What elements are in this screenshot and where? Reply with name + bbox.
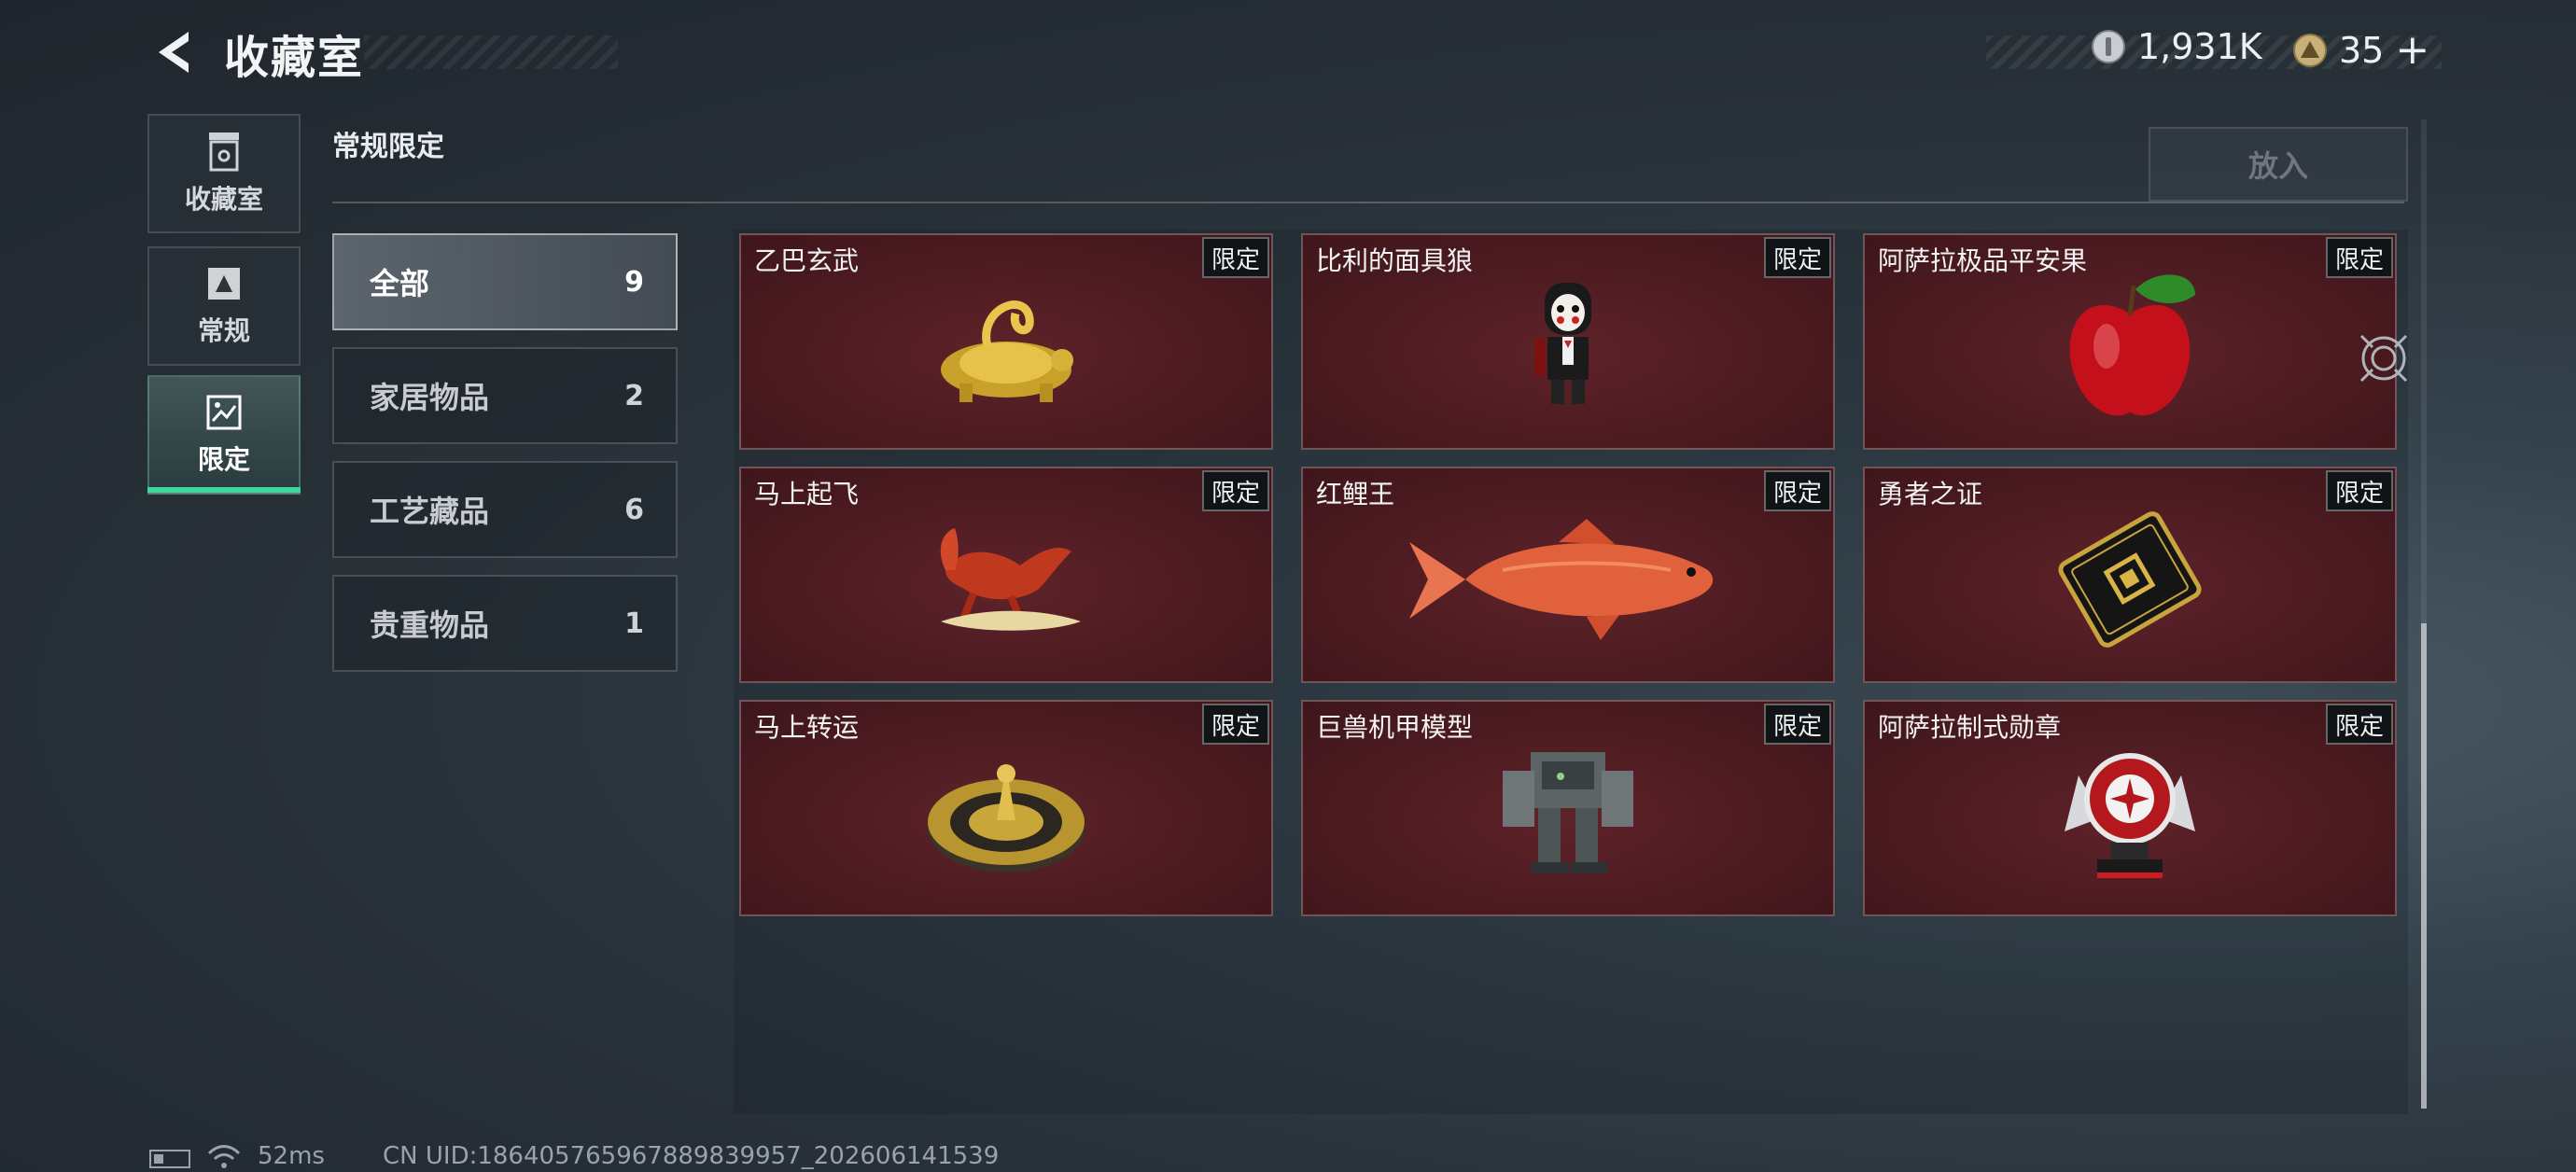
item-name: 阿萨拉制式勋章 <box>1878 712 2062 743</box>
nav-item-collection-room[interactable]: 收藏室 <box>147 114 301 233</box>
collection-room-icon <box>209 133 239 172</box>
target-crosshair-icon[interactable] <box>2356 330 2412 386</box>
limited-tag: 限定 <box>2325 237 2393 278</box>
silver-coin-icon <box>2092 30 2125 63</box>
item-name: 勇者之证 <box>1878 479 1983 509</box>
golden-disc-icon <box>928 763 1085 872</box>
item-name: 乙巴玄武 <box>754 245 860 276</box>
limited-picture-icon <box>206 395 242 430</box>
uid-text: CN UID:18640576596788983995​7_2026061415… <box>383 1142 1000 1170</box>
gold-amount: 35 <box>2339 29 2385 71</box>
back-arrow-icon[interactable] <box>149 26 202 78</box>
category-name: 工艺藏品 <box>370 494 490 529</box>
category-home-items[interactable]: 家居物品 2 <box>332 347 678 444</box>
medal-icon <box>2065 752 2195 878</box>
red-carp-icon <box>1409 518 1714 640</box>
category-all[interactable]: 全部 9 <box>332 233 678 330</box>
regular-book-icon <box>208 268 240 300</box>
page-title: 收藏室 <box>224 32 365 84</box>
nav-active-indicator <box>147 487 301 493</box>
limited-tag: 限定 <box>1201 237 1269 278</box>
item-card[interactable]: 红鲤王 限定 <box>1301 467 1835 683</box>
nav-label-regular: 常规 <box>197 315 250 346</box>
limited-tag: 限定 <box>2325 704 2393 745</box>
put-in-button[interactable]: 放入 <box>2149 127 2408 202</box>
section-title: 常规限定 <box>332 131 444 163</box>
nav-item-regular[interactable]: 常规 <box>147 246 301 366</box>
silver-amount: 1,931K <box>2137 26 2262 67</box>
limited-tag: 限定 <box>2325 470 2393 511</box>
limited-tag: 限定 <box>1763 237 1831 278</box>
ping-text: 52ms <box>258 1142 325 1170</box>
item-card[interactable]: 马上转运 限定 <box>739 700 1273 916</box>
item-card[interactable]: 马上起飞 限定 <box>739 467 1273 683</box>
category-count: 1 <box>624 607 644 640</box>
golden-tortoise-snake-icon <box>941 300 1073 402</box>
category-count: 2 <box>624 379 644 412</box>
red-apple-icon <box>2069 273 2195 415</box>
category-valuables[interactable]: 贵重物品 1 <box>332 575 678 672</box>
limited-tag: 限定 <box>1763 470 1831 511</box>
limited-tag: 限定 <box>1201 704 1269 745</box>
section-divider <box>332 202 2404 203</box>
black-gold-card-icon <box>2058 510 2202 648</box>
gold-triangle-icon <box>2293 33 2327 67</box>
item-card[interactable]: 勇者之证 限定 <box>1863 467 2397 683</box>
wifi-icon <box>207 1145 241 1168</box>
limited-tag: 限定 <box>1201 470 1269 511</box>
item-card[interactable]: 阿萨拉制式勋章 限定 <box>1863 700 2397 916</box>
silver-currency: 1,931K <box>2091 26 2262 67</box>
category-count: 6 <box>624 493 644 526</box>
item-name: 马上起飞 <box>754 479 860 509</box>
item-name: 红鲤王 <box>1316 479 1395 509</box>
item-card[interactable]: 巨兽机甲模型 限定 <box>1301 700 1835 916</box>
nav-label-limited: 限定 <box>197 444 250 475</box>
mech-model-icon <box>1503 751 1633 873</box>
category-count: 9 <box>624 265 644 299</box>
battery-icon <box>149 1150 190 1168</box>
nav-label-collection-room: 收藏室 <box>184 184 263 215</box>
puppet-figure-icon <box>1534 282 1591 404</box>
category-name: 贵重物品 <box>370 607 490 643</box>
gold-currency: 35 + <box>2292 26 2429 74</box>
scrollbar-thumb[interactable] <box>2421 623 2427 1109</box>
category-crafts[interactable]: 工艺藏品 6 <box>332 461 678 558</box>
nav-item-limited[interactable]: 限定 <box>147 375 301 495</box>
item-name: 马上转运 <box>754 712 860 743</box>
item-name: 巨兽机甲模型 <box>1316 712 1474 743</box>
item-card[interactable]: 比利的面具狼 限定 <box>1301 233 1835 450</box>
category-name: 全部 <box>370 266 430 301</box>
item-card[interactable]: 乙巴玄武 限定 <box>739 233 1273 450</box>
category-name: 家居物品 <box>370 380 490 415</box>
red-horse-statue-icon <box>940 527 1081 631</box>
limited-tag: 限定 <box>1763 704 1831 745</box>
item-card[interactable]: 阿萨拉极品平安果 限定 <box>1863 233 2397 450</box>
title-bar-stripe <box>364 35 618 69</box>
add-currency-button[interactable]: + <box>2395 26 2429 74</box>
item-name: 比利的面具狼 <box>1316 245 1474 276</box>
